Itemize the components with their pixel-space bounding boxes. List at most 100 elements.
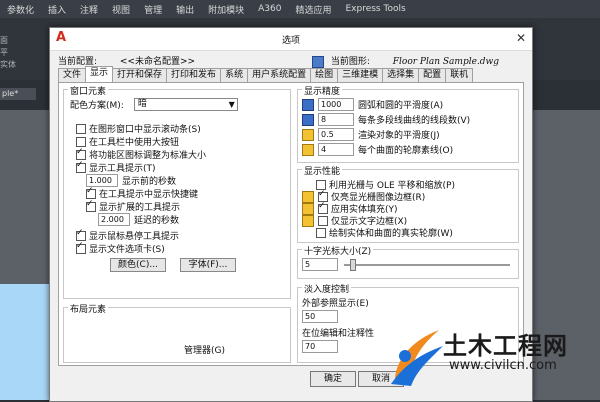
tab-3d-modeling[interactable]: 三维建模: [337, 68, 384, 82]
resolution-icon: [302, 143, 314, 156]
tab-profiles[interactable]: 配置: [418, 68, 447, 82]
menu-output[interactable]: 输出: [169, 3, 201, 16]
resolution-input[interactable]: 8: [318, 113, 354, 126]
check-large-buttons[interactable]: 在工具栏中使用大按钮: [76, 135, 179, 148]
color-scheme-select[interactable]: 暗 ▼: [133, 98, 238, 111]
close-icon[interactable]: ✕: [516, 31, 526, 45]
color-scheme-row: 配色方案(M): 暗 ▼: [70, 98, 238, 111]
menu-parametric[interactable]: 参数化: [0, 3, 41, 16]
resolution-icon: [302, 128, 314, 141]
tab-system[interactable]: 系统: [220, 68, 249, 82]
layout-elements-title: 布局元素: [68, 302, 109, 315]
checkbox[interactable]: [318, 215, 328, 226]
tooltip-delay-row: 1.000 显示前的秒数: [86, 174, 176, 187]
crosshair-slider[interactable]: [344, 264, 510, 266]
window-elements-title: 窗口元素: [68, 84, 109, 97]
performance-icon: [302, 228, 312, 238]
ribbon-label[interactable]: 实体: [0, 59, 38, 71]
ok-button[interactable]: 确定: [310, 371, 356, 387]
crosshair-slider-thumb[interactable]: [350, 259, 356, 271]
resolution-row: 1000 圆弧和圆的平滑度(A): [302, 98, 443, 111]
window-elements-group: 窗口元素 配色方案(M): 暗 ▼ 在图形窗口中显示滚动条(S) 在工具栏中使用…: [63, 84, 291, 299]
extended-delay-label: 延迟的秒数: [134, 216, 180, 226]
tab-display[interactable]: 显示: [85, 66, 114, 82]
menu-manage[interactable]: 管理: [137, 3, 169, 16]
site-watermark: 土木工程网 www.civilcn.com: [385, 318, 600, 400]
checkbox[interactable]: [76, 136, 86, 147]
display-performance-group: 显示性能 利用光栅与 OLE 平移和缩放(P) 仅亮显光栅图像边框(R) 应用实…: [297, 164, 519, 243]
tab-selection[interactable]: 选择集: [382, 68, 420, 82]
checkbox[interactable]: [76, 241, 86, 254]
checkbox[interactable]: [76, 123, 86, 134]
tab-plot-publish[interactable]: 打印和发布: [166, 68, 222, 82]
dialog-titlebar: A 选项 ✕: [50, 28, 532, 51]
checkbox[interactable]: [76, 228, 86, 241]
xref-fade-input[interactable]: 50: [302, 310, 338, 323]
tab-drafting[interactable]: 绘图: [310, 68, 339, 82]
extended-delay-input[interactable]: 2.000: [98, 213, 130, 226]
current-drawing-label: 当前图形:: [330, 57, 370, 67]
dialog-title: 选项: [281, 36, 300, 46]
crosshair-input[interactable]: 5: [302, 258, 338, 271]
watermark-logo-icon: [391, 330, 443, 386]
inplace-fade-input[interactable]: 70: [302, 340, 338, 353]
resolution-label: 每个曲面的轮廓素线(O): [358, 146, 454, 156]
performance-row[interactable]: 绘制实体和曲面的真实轮廓(W): [302, 226, 453, 239]
resolution-label: 每条多段线曲线的线段数(V): [358, 116, 471, 126]
menu-express-tools[interactable]: Express Tools: [338, 4, 412, 14]
tab-open-save[interactable]: 打开和保存: [112, 68, 168, 82]
tab-online[interactable]: 联机: [445, 68, 474, 82]
check-label: 显示扩展的工具提示: [99, 203, 181, 213]
display-resolution-group: 显示精度 1000 圆弧和圆的平滑度(A) 8 每条多段线曲线的线段数(V) 0…: [297, 84, 519, 163]
checkbox[interactable]: [86, 199, 96, 212]
resolution-row: 8 每条多段线曲线的线段数(V): [302, 113, 470, 126]
check-file-tabs[interactable]: 显示文件选项卡(S): [76, 241, 165, 255]
ribbon-left-labels: 面 平 实体: [0, 35, 38, 71]
crosshair-row: 5: [302, 258, 342, 271]
ribbon-label: 面: [0, 36, 8, 45]
check-label: 显示鼠标悬停工具提示: [89, 232, 180, 242]
checkbox[interactable]: [86, 186, 96, 199]
display-performance-title: 显示性能: [302, 164, 343, 177]
current-drawing: 当前图形: Floor Plan Sample.dwg: [312, 54, 499, 68]
fonts-button[interactable]: 字体(F)...: [180, 258, 236, 272]
checkbox[interactable]: [318, 201, 328, 214]
check-show-tooltips[interactable]: 显示工具提示(T): [76, 160, 156, 174]
colors-button[interactable]: 颜色(C)...: [110, 258, 166, 272]
current-config-value: <<未命名配置>>: [119, 57, 196, 67]
checkbox[interactable]: [76, 160, 86, 173]
fade-title: 淡入度控制: [302, 282, 352, 295]
current-config: 当前配置: <<未命名配置>>: [58, 54, 195, 67]
check-rollover-tooltips[interactable]: 显示鼠标悬停工具提示: [76, 228, 180, 242]
menu-addins[interactable]: 附加模块: [201, 3, 251, 16]
checkbox[interactable]: [76, 147, 86, 160]
tab-files[interactable]: 文件: [58, 68, 87, 82]
menu-annotate[interactable]: 注释: [73, 3, 105, 16]
resolution-input[interactable]: 1000: [318, 98, 354, 111]
tooltip-delay-label: 显示前的秒数: [122, 177, 177, 187]
check-shortcut-keys[interactable]: 在工具提示中显示快捷键: [86, 186, 198, 200]
check-scrollbars[interactable]: 在图形窗口中显示滚动条(S): [76, 122, 201, 135]
inplace-fade-label-row: 在位编辑和注释性: [302, 326, 374, 339]
window-buttons-row: 颜色(C)... 字体(F)...: [110, 258, 236, 272]
performance-icon: [302, 190, 314, 203]
resolution-icon: [302, 113, 314, 126]
check-label: 在工具栏中使用大按钮: [89, 138, 180, 148]
performance-icon: [302, 214, 314, 227]
file-tab[interactable]: ple*: [0, 88, 36, 100]
menu-view[interactable]: 视图: [105, 3, 137, 16]
chevron-down-icon: ▼: [228, 100, 235, 109]
check-resize-ribbon-icons[interactable]: 将功能区图标调整为标准大小: [76, 147, 207, 161]
color-scheme-value: 暗: [137, 99, 147, 109]
resolution-input[interactable]: 0.5: [318, 128, 354, 141]
drawing-icon: [312, 55, 324, 68]
check-extended-tooltips[interactable]: 显示扩展的工具提示: [86, 199, 181, 213]
menu-insert[interactable]: 插入: [41, 3, 73, 16]
resolution-input[interactable]: 4: [318, 143, 354, 156]
menu-featured[interactable]: 精选应用: [288, 3, 338, 16]
check-label: 将功能区图标调整为标准大小: [89, 151, 207, 161]
menu-a360[interactable]: A360: [251, 4, 288, 14]
layout-elements-group: 布局元素 管理器(G): [63, 302, 291, 363]
checkbox[interactable]: [316, 227, 326, 238]
tab-user-preferences[interactable]: 用户系统配置: [247, 68, 312, 82]
